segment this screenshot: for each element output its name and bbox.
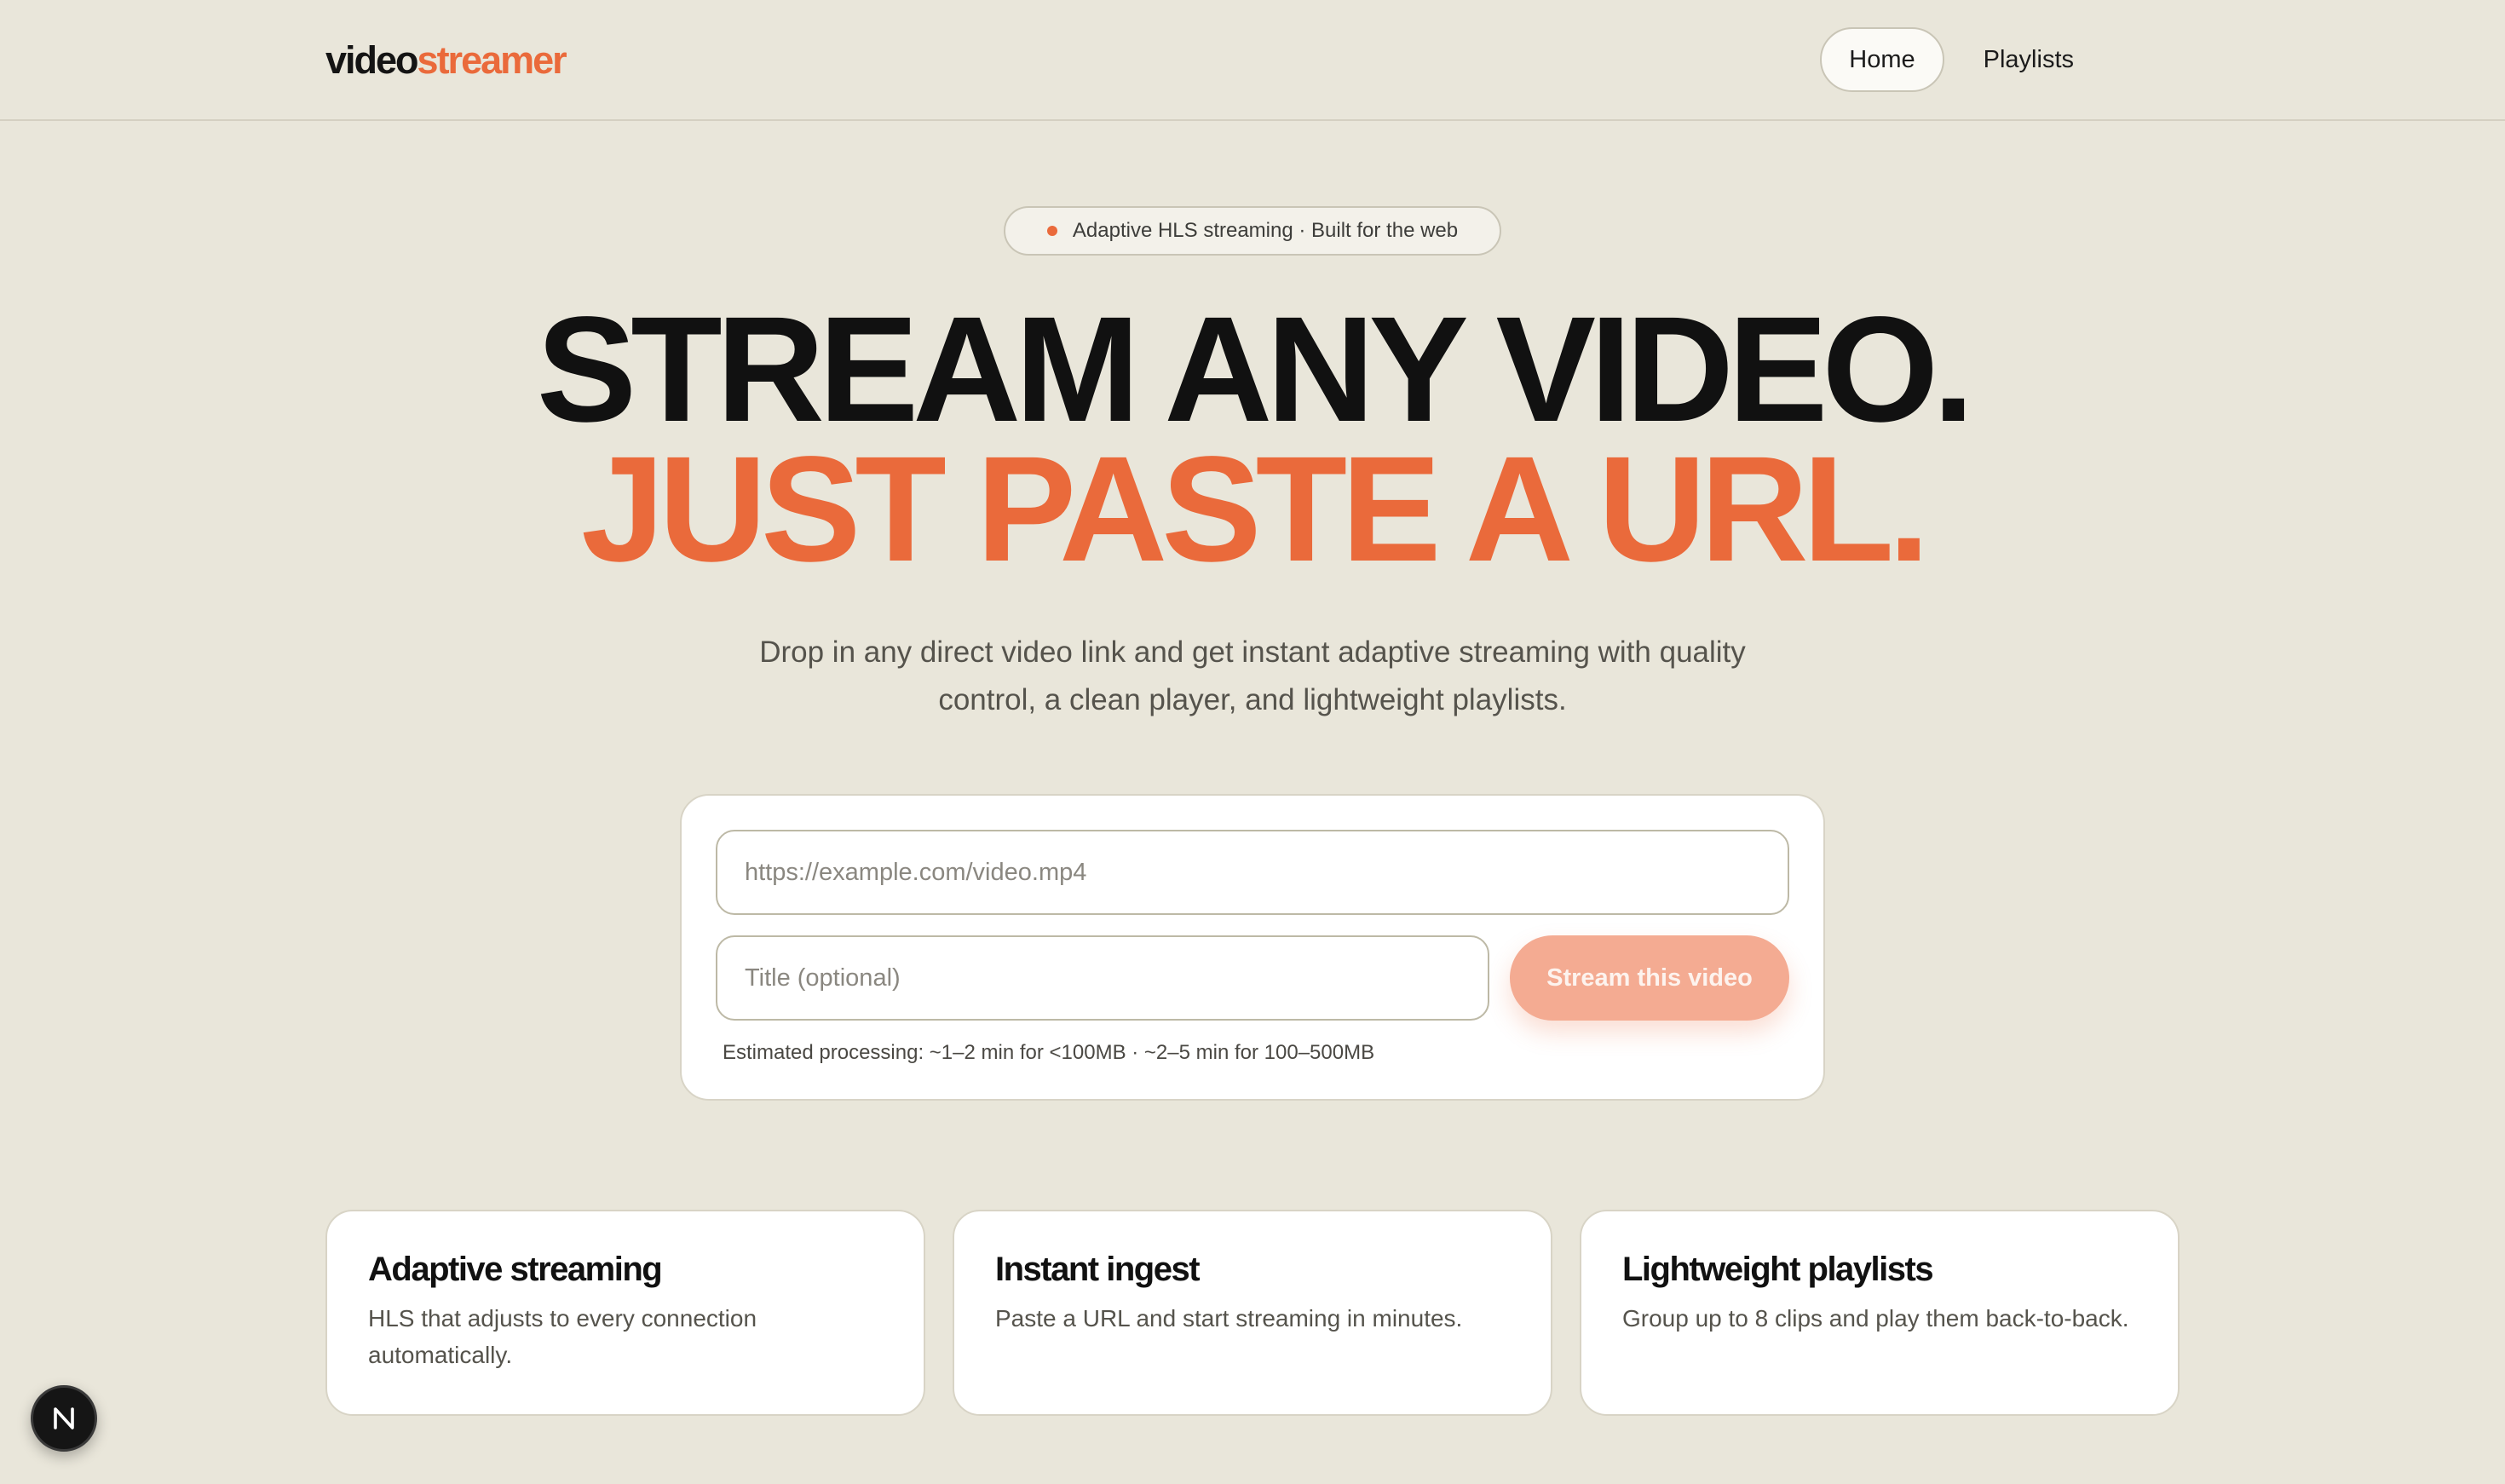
processing-estimate: Estimated processing: ~1–2 min for <100M… (723, 1041, 1375, 1064)
feature-description: HLS that adjusts to every connection aut… (368, 1305, 757, 1368)
page: videostreamer Home Playlists Adaptive HL… (0, 0, 2505, 1484)
hero-headline: STREAM ANY VIDEO. JUST PASTE A URL. (0, 286, 2505, 593)
nav-playlists[interactable]: Playlists (1953, 27, 2105, 92)
logo-text-video: video (325, 38, 419, 82)
stream-video-button[interactable]: Stream this video (1510, 935, 1789, 1021)
feature-description: Paste a URL and start streaming in minut… (995, 1305, 1463, 1332)
feature-card-instant-ingest: Instant ingest Paste a URL and start str… (953, 1210, 1552, 1416)
feature-card-adaptive-streaming: Adaptive streaming HLS that adjusts to e… (325, 1210, 925, 1416)
hero-badge: Adaptive HLS streaming · Built for the w… (1004, 206, 1501, 256)
hero-badge-text: Adaptive HLS streaming · Built for the w… (1072, 219, 1459, 242)
feature-description: Group up to 8 clips and play them back-t… (1622, 1305, 2129, 1332)
stream-form-card: Stream this video Estimated processing: … (680, 794, 1825, 1101)
headline-line-1: STREAM ANY VIDEO. (536, 286, 1974, 453)
hero-subtitle: Drop in any direct video link and get in… (759, 636, 1746, 716)
nav-home[interactable]: Home (1820, 27, 1944, 92)
main-nav: Home Playlists (1820, 27, 2105, 92)
feature-title: Instant ingest (995, 1251, 1201, 1288)
feature-title: Lightweight playlists (1622, 1251, 1934, 1288)
status-dot-icon (1046, 226, 1057, 236)
site-header: videostreamer Home Playlists (0, 0, 2505, 121)
logo[interactable]: videostreamer (325, 37, 567, 83)
next-logo-icon[interactable] (31, 1385, 97, 1452)
video-title-input[interactable] (716, 935, 1489, 1021)
video-url-input[interactable] (716, 830, 1789, 915)
next-n-glyph (54, 1407, 74, 1429)
feature-card-lightweight-playlists: Lightweight playlists Group up to 8 clip… (1580, 1210, 2180, 1416)
headline-line-2: JUST PASTE A URL. (581, 426, 1930, 593)
logo-text-streamer: streamer (417, 38, 567, 82)
feature-title: Adaptive streaming (368, 1251, 663, 1288)
